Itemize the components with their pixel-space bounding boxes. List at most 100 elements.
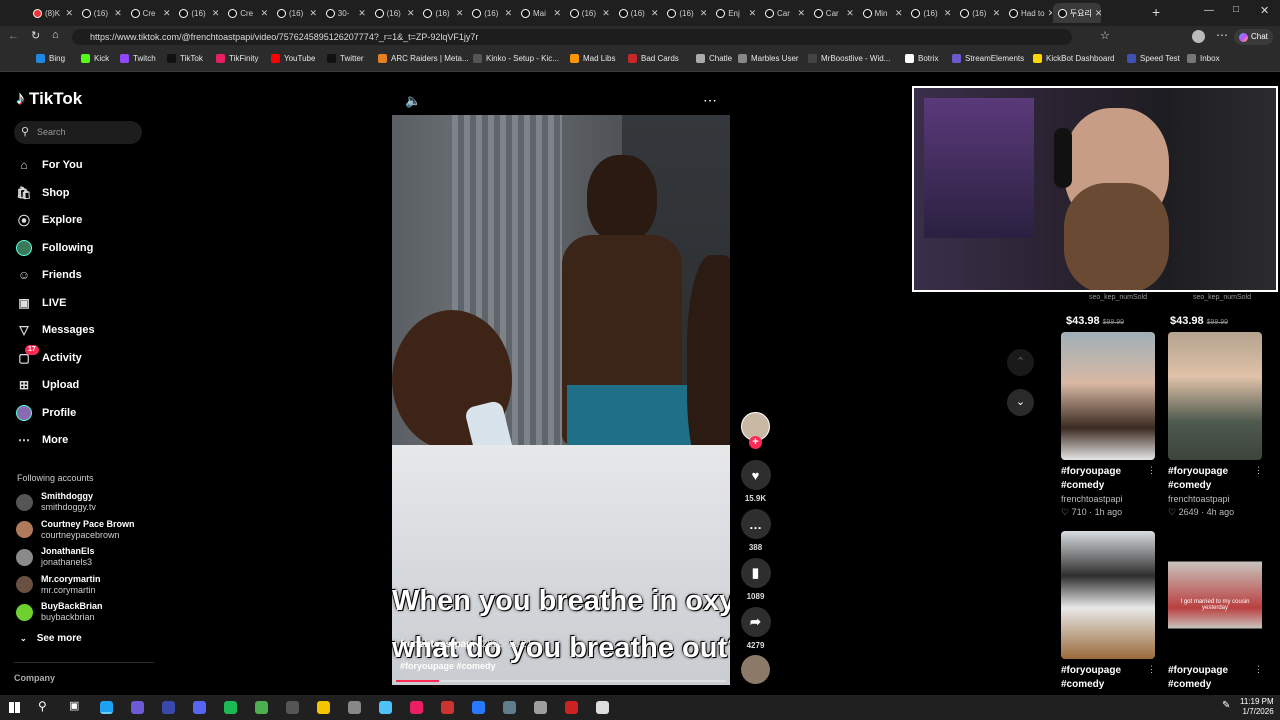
app-icon[interactable] <box>348 701 361 714</box>
sidebar-item-more[interactable]: ⋯ More <box>16 432 68 448</box>
browser-tab[interactable]: (16) ✕ <box>467 3 515 23</box>
tab-close-icon[interactable]: ✕ <box>1048 8 1052 19</box>
start-button[interactable] <box>9 702 20 713</box>
video-frame[interactable]: When you breathe in oxyge what do you br… <box>392 115 730 685</box>
browser-tab[interactable]: 30- ✕ <box>321 3 369 23</box>
follow-plus-button[interactable]: + <box>749 436 762 449</box>
volume-icon[interactable]: 🔈 <box>405 93 421 109</box>
bookmark-item[interactable]: Chatle <box>696 54 732 63</box>
bookmark-item[interactable]: Twitch <box>120 54 156 63</box>
favorite-star-icon[interactable]: ☆ <box>1100 29 1110 42</box>
browser-tab[interactable]: Had to ✕ <box>1004 3 1052 23</box>
discord-icon[interactable] <box>193 701 206 714</box>
video-thumbnail[interactable]: I got married to my cousin yesterday <box>1168 531 1262 659</box>
tab-close-icon[interactable]: ✕ <box>553 8 561 19</box>
video-thumbnail[interactable] <box>1168 332 1262 460</box>
tab-close-icon[interactable]: ✕ <box>797 8 805 19</box>
following-account[interactable]: BuyBackBrian buybackbrian <box>16 601 103 623</box>
bookmark-item[interactable]: Mad Libs <box>570 54 615 63</box>
app-icon[interactable] <box>534 701 547 714</box>
app-icon[interactable] <box>162 701 175 714</box>
edge-icon[interactable] <box>100 701 113 714</box>
card-more-icon[interactable]: ⋮ <box>1254 465 1263 476</box>
browser-tab[interactable]: Min ✕ <box>858 3 906 23</box>
product-price-row[interactable]: $43.98 $99.99 <box>1170 311 1228 329</box>
video-thumbnail[interactable] <box>1061 531 1155 659</box>
bookmark-item[interactable]: Marbles User <box>738 54 799 63</box>
tab-close-icon[interactable]: ✕ <box>358 8 366 19</box>
bookmark-item[interactable]: Bing <box>36 54 65 63</box>
sidebar-item-activity[interactable]: ▢ Activity 17 <box>16 344 82 366</box>
sidebar-item-following[interactable]: Following <box>16 239 93 256</box>
bookmark-item[interactable]: StreamElements <box>952 54 1024 63</box>
card-more-icon[interactable]: ⋮ <box>1147 465 1156 476</box>
following-account[interactable]: JonathanEls jonathanels3 <box>16 546 95 568</box>
tab-close-icon[interactable]: ✕ <box>456 8 464 19</box>
browser-tab[interactable]: (8)K ✕ <box>28 3 76 23</box>
bookmark-item[interactable]: TikFinity <box>216 54 258 63</box>
related-video-card[interactable]: #foryoupage #comedy ⋮ frenchtoastpapi ♡ 2649… <box>1168 332 1263 519</box>
obs-icon[interactable] <box>131 701 144 714</box>
home-icon[interactable]: ⌂ <box>52 29 59 41</box>
search-taskbar-icon[interactable]: ⚲ <box>38 699 47 713</box>
sidebar-item-upload[interactable]: ⊞ Upload <box>16 377 79 393</box>
sidebar-item-explore[interactable]: ⦿ Explore <box>16 212 82 228</box>
browser-tab[interactable]: Car ✕ <box>760 3 808 23</box>
tab-close-icon[interactable]: ✕ <box>846 8 854 19</box>
browser-tab[interactable]: (16) ✕ <box>906 3 954 23</box>
bookmark-item[interactable]: Inbox <box>1187 54 1220 63</box>
browser-tab[interactable]: Car ✕ <box>809 3 857 23</box>
clock[interactable]: 11:19 PM 1/7/2026 <box>1240 697 1274 717</box>
browser-tab[interactable]: Cre ✕ <box>223 3 271 23</box>
bookmark-item[interactable]: Kinko - Setup - Kic... <box>473 54 559 63</box>
copilot-chat-button[interactable]: Chat <box>1234 29 1273 45</box>
related-video-card[interactable]: I got married to my cousin yesterday #for… <box>1168 531 1263 692</box>
browser-tab[interactable]: 두요리 ✕ <box>1052 3 1101 23</box>
video-author[interactable]: frenchtoastpapi 2025-11-21 <box>400 639 532 650</box>
app-icon[interactable] <box>286 701 299 714</box>
browser-tab[interactable]: (16) ✕ <box>370 3 418 23</box>
bookmark-item[interactable]: Botrix <box>905 54 938 63</box>
sidebar-item-friends[interactable]: ☺ Friends <box>16 267 82 283</box>
file-explorer-icon[interactable] <box>317 701 330 714</box>
browser-tab[interactable]: Cre ✕ <box>126 3 174 23</box>
reload-icon[interactable]: ↻ <box>31 29 40 42</box>
browser-tab[interactable]: (16) ✕ <box>77 3 125 23</box>
app-icon[interactable] <box>441 701 454 714</box>
browser-tab[interactable]: (16) ✕ <box>174 3 222 23</box>
sidebar-item-profile[interactable]: Profile <box>16 404 76 421</box>
bookmark-item[interactable]: Kick <box>81 54 109 63</box>
menu-dots-icon[interactable]: ⋯ <box>1216 28 1228 42</box>
tab-close-icon[interactable]: ✕ <box>651 8 659 19</box>
company-link[interactable]: Company <box>14 673 55 683</box>
bookmark-item[interactable]: Twitter <box>327 54 364 63</box>
browser-tab[interactable]: (16) ✕ <box>272 3 320 23</box>
comment-action[interactable]: … 388 <box>740 509 771 552</box>
tab-close-icon[interactable]: ✕ <box>895 8 903 19</box>
following-account[interactable]: Mr.corymartin mr.corymartin <box>16 574 101 596</box>
sidebar-item-for-you[interactable]: ⌂ For You <box>16 157 82 173</box>
restore-button[interactable]: □ <box>1233 4 1239 15</box>
card-more-icon[interactable]: ⋮ <box>1254 664 1263 675</box>
browser-tab[interactable]: (16) ✕ <box>662 3 710 23</box>
bookmark-item[interactable]: ARC Raiders | Meta... <box>378 54 469 63</box>
browser-tab[interactable]: (16) ✕ <box>418 3 466 23</box>
bookmark-item[interactable]: KickBot Dashboard <box>1033 54 1114 63</box>
tab-close-icon[interactable]: ✕ <box>700 8 708 19</box>
video-progress-track[interactable] <box>396 680 726 682</box>
spotify-icon[interactable] <box>224 701 237 714</box>
tab-close-icon[interactable]: ✕ <box>261 8 269 19</box>
tab-close-icon[interactable]: ✕ <box>114 8 122 19</box>
tab-close-icon[interactable]: ✕ <box>65 8 73 19</box>
app-icon[interactable] <box>255 701 268 714</box>
tab-close-icon[interactable]: ✕ <box>505 8 513 19</box>
app-icon[interactable] <box>565 701 578 714</box>
video-hashtags[interactable]: #foryoupage #comedy <box>400 661 496 671</box>
following-account[interactable]: Courtney Pace Brown courtneypacebrown <box>16 519 135 541</box>
app-icon[interactable] <box>503 701 516 714</box>
tab-close-icon[interactable]: ✕ <box>944 8 952 19</box>
sidebar-item-shop[interactable]: 🛍 Shop <box>16 185 69 201</box>
app-icon[interactable] <box>472 701 485 714</box>
bookmark-item[interactable]: Bad Cards <box>628 54 679 63</box>
share-action[interactable]: ➦ 4279 <box>740 607 771 650</box>
